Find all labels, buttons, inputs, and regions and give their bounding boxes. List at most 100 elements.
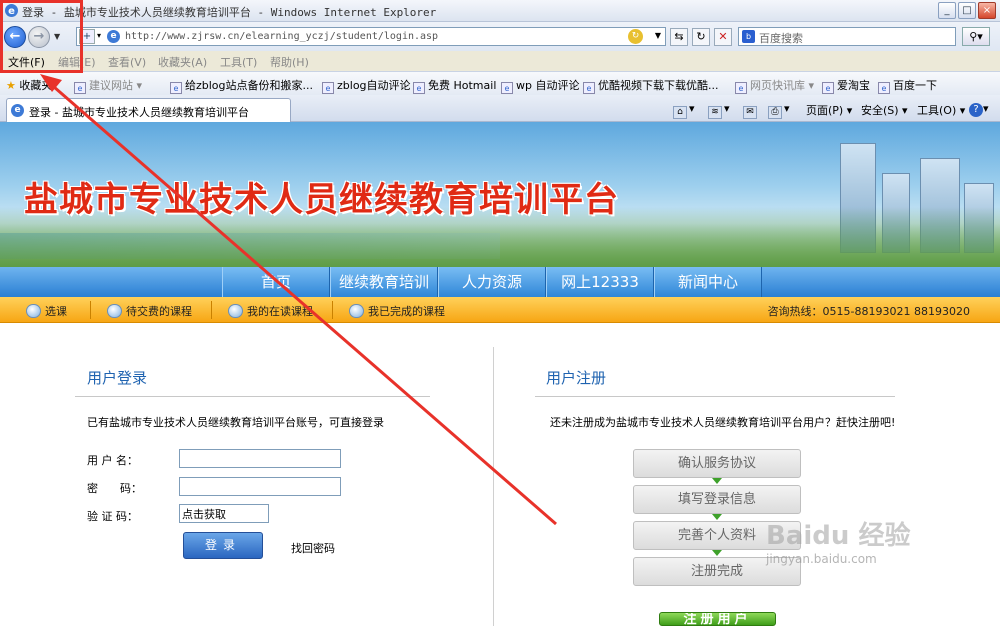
forgot-password-link[interactable]: 找回密码 (291, 540, 335, 556)
fav-page-icon: e (822, 82, 834, 94)
step-login-info: 填写登录信息 (633, 485, 801, 514)
main-nav: 首页 继续教育培训 人力资源 网上12333 新闻中心 (0, 267, 1000, 297)
step-arrow-icon (712, 478, 722, 484)
title-bar: e 登录 - 盐城市专业技术人员继续教育培训平台 - Windows Inter… (0, 0, 1000, 22)
favorites-button[interactable]: ★ 收藏夹 (6, 77, 52, 93)
login-button[interactable]: 登录 (183, 532, 263, 559)
fav-label: 建议网站 ▾ (89, 79, 143, 92)
safety-menu[interactable]: 安全(S) ▾ (861, 102, 908, 118)
favorites-bar: ★ 收藏夹 e 建议网站 ▾ e 给zblog站点备份和搬家... e zblog自动… (0, 71, 1000, 95)
completed-icon (349, 304, 364, 318)
tools-menu[interactable]: 工具(O) ▾ (917, 102, 965, 118)
register-title-rule (535, 396, 895, 397)
fav-item-zblog-comment[interactable]: e zblog自动评论 (322, 77, 411, 94)
fav-label: 优酷视频下载下载优酷... (598, 79, 719, 92)
menu-help[interactable]: 帮助(H) (270, 54, 309, 70)
menu-bar: 文件(F) 编辑(E) 查看(V) 收藏夹(A) 工具(T) 帮助(H) (0, 51, 1000, 71)
page-favicon-icon: e (107, 30, 120, 43)
search-placeholder: 百度搜索 (759, 32, 803, 45)
subnav-divider (90, 301, 91, 319)
chevron-down-icon[interactable]: ▾ (97, 31, 101, 40)
nav-12333[interactable]: 网上12333 (546, 267, 654, 297)
minimize-button[interactable]: _ (938, 2, 956, 19)
window-title: 登录 - 盐城市专业技术人员继续教育培训平台 - Windows Interne… (22, 6, 437, 19)
menu-favorites[interactable]: 收藏夹(A) (158, 54, 207, 70)
maximize-button[interactable]: □ (958, 2, 976, 19)
fav-item-aitaobao[interactable]: e 爱淘宝 (822, 77, 870, 94)
subnav-studying[interactable]: 我的在读课程 (228, 303, 313, 319)
fav-item-suggested[interactable]: e 建议网站 ▾ (74, 77, 142, 94)
fav-page-icon: e (74, 82, 86, 94)
site-title: 盐城市专业技术人员继续教育培训平台 (24, 180, 619, 220)
close-button[interactable]: × (978, 2, 996, 19)
subnav-unpaid[interactable]: 待交费的课程 (107, 303, 192, 319)
subnav-divider (211, 301, 212, 319)
printer-icon: ⎙ (768, 106, 782, 119)
watermark-brand: Baidu 经验 (766, 521, 911, 551)
address-bar[interactable]: + ▾ e http://www.zjrsw.cn/elearning_yczj… (76, 27, 666, 46)
star-icon: ★ (6, 79, 16, 92)
address-toolbar: ← → ▼ + ▾ e http://www.zjrsw.cn/elearnin… (0, 22, 1000, 51)
home-button[interactable]: ⌂ ▾ (673, 102, 695, 119)
fav-item-zblog-backup[interactable]: e 给zblog站点备份和搬家... (170, 77, 313, 94)
address-url[interactable]: http://www.zjrsw.cn/elearning_yczj/stude… (125, 31, 438, 42)
baidu-icon: b (742, 30, 755, 43)
fav-page-icon: e (413, 82, 425, 94)
fav-item-wp-comment[interactable]: e wp 自动评论 (501, 77, 579, 94)
read-mail-button[interactable]: ✉ (743, 102, 759, 119)
nav-news[interactable]: 新闻中心 (654, 267, 762, 297)
password-label: 密 码： (87, 482, 142, 495)
refresh-go-icon[interactable]: ↻ (628, 29, 643, 44)
fav-label: 给zblog站点备份和搬家... (185, 79, 314, 92)
fav-label: 百度一下 (893, 79, 937, 92)
password-input[interactable] (179, 477, 341, 496)
refresh-button[interactable]: ↻ (692, 28, 710, 46)
home-icon: ⌂ (673, 106, 687, 119)
magnifier-icon: ⚲▾ (969, 30, 983, 43)
stop-button[interactable]: ✕ (714, 28, 732, 46)
search-input[interactable]: b 百度搜索 (738, 27, 956, 46)
select-course-icon (26, 304, 41, 318)
nav-training[interactable]: 继续教育培训 (330, 267, 438, 297)
mail-icon: ✉ (743, 106, 757, 119)
username-label: 用 户 名： (87, 454, 138, 467)
nav-hr[interactable]: 人力资源 (438, 267, 546, 297)
fav-item-baidu[interactable]: e 百度一下 (878, 77, 937, 94)
fav-label: 免费 Hotmail (428, 79, 497, 92)
address-dropdown-icon[interactable]: ▼ (655, 31, 661, 40)
compat-view-button[interactable]: ⇆ (670, 28, 688, 46)
username-input[interactable] (179, 449, 341, 468)
disc-icon (228, 304, 243, 318)
captcha-input[interactable] (179, 504, 269, 523)
page-menu[interactable]: 页面(P) ▾ (806, 102, 852, 118)
menu-view[interactable]: 查看(V) (108, 54, 146, 70)
login-info: 已有盐城市专业技术人员继续教育培训平台账号，可直接登录 (87, 416, 384, 429)
fav-page-icon: e (501, 82, 513, 94)
subnav-completed[interactable]: 我已完成的课程 (349, 303, 445, 319)
step-arrow-icon (712, 550, 722, 556)
register-button[interactable]: 注册用户 (659, 612, 776, 626)
sub-nav: 选课 待交费的课程 我的在读课程 我已完成的课程 咨询热线：0515-88193… (0, 297, 1000, 323)
tab-bar: e 登录 - 盐城市专业技术人员继续教育培训平台 ⌂ ▾ ≋ ▾ ✉ ⎙ ▾ 页面(P… (0, 95, 1000, 122)
fav-page-icon: e (735, 82, 747, 94)
search-button[interactable]: ⚲▾ (962, 27, 990, 46)
help-button[interactable]: ? ▾ (969, 102, 989, 117)
captcha-label: 验 证 码： (87, 510, 138, 523)
register-info: 还未注册成为盐城市专业技术人员继续教育培训平台用户？赶快注册吧! (550, 416, 896, 429)
subnav-divider (332, 301, 333, 319)
tab-login[interactable]: e 登录 - 盐城市专业技术人员继续教育培训平台 (6, 98, 291, 122)
nav-home[interactable]: 首页 (222, 267, 330, 297)
fav-page-icon: e (170, 82, 182, 94)
register-title: 用户注册 (546, 369, 607, 387)
fav-item-webslice[interactable]: e 网页快讯库 ▾ (735, 77, 814, 94)
fav-item-youku[interactable]: e 优酷视频下载下载优酷... (583, 77, 719, 94)
subnav-select-course[interactable]: 选课 (26, 303, 67, 319)
fav-label: 爱淘宝 (837, 79, 870, 92)
watermark-url: jingyan.baidu.com (766, 552, 877, 566)
fav-item-hotmail[interactable]: e 免费 Hotmail (413, 77, 496, 94)
feeds-button[interactable]: ≋ ▾ (708, 102, 730, 119)
print-button[interactable]: ⎙ ▾ (768, 102, 790, 119)
help-icon: ? (969, 103, 983, 117)
subnav-label: 我已完成的课程 (368, 305, 445, 318)
menu-tools[interactable]: 工具(T) (220, 54, 257, 70)
